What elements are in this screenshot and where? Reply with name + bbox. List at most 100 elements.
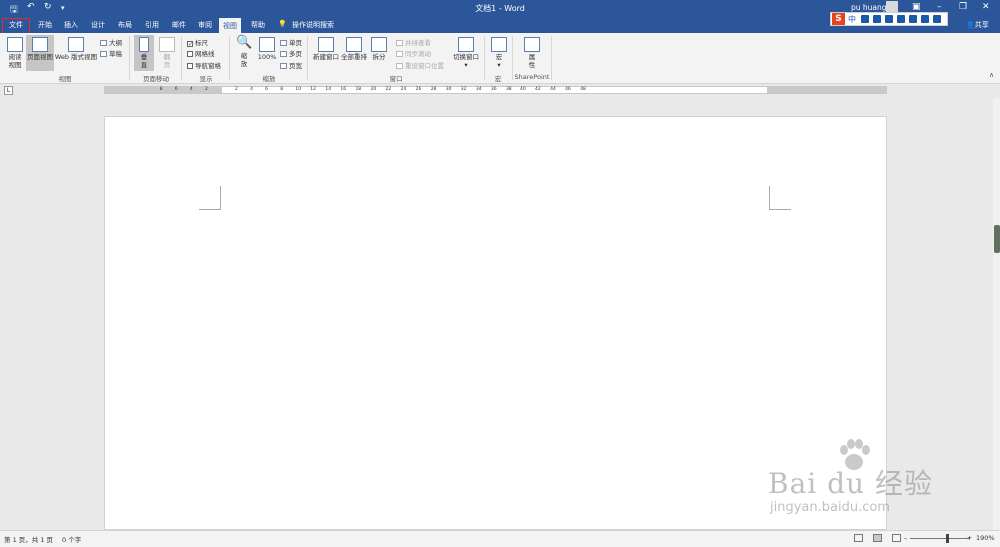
switch-window-button[interactable]: 切换窗口 ▾ — [452, 37, 480, 69]
word-count[interactable]: 0 个字 — [62, 534, 81, 544]
person-icon: 👤 — [966, 21, 975, 29]
shirt-icon[interactable] — [933, 15, 941, 23]
sharepoint-icon — [524, 37, 540, 52]
group-views-label: 视图 — [58, 75, 72, 83]
tab-design[interactable]: 设计 — [91, 20, 105, 30]
reset-position-icon — [396, 63, 403, 69]
group-macros-label: 宏 — [494, 75, 502, 83]
switch-window-icon — [458, 37, 474, 52]
zoom-slider[interactable] — [910, 538, 970, 539]
web-view-button[interactable]: Web 版式视图 — [54, 37, 98, 61]
checkmark-icon: ✓ — [187, 41, 194, 48]
ribbon-display-options-icon[interactable]: ▣ — [912, 2, 921, 12]
one-page-button[interactable]: 单页 — [280, 37, 302, 47]
ruler-number: 12 — [310, 87, 317, 92]
outline-button[interactable]: 大纲 — [100, 37, 122, 47]
skin-icon[interactable] — [909, 15, 917, 23]
separator — [551, 36, 552, 80]
properties-button[interactable]: 属 性 — [522, 37, 542, 69]
scroll-handle[interactable] — [994, 225, 1000, 253]
side-by-side-button[interactable]: 并排查看 — [396, 37, 431, 47]
user-name[interactable]: pu huang — [851, 3, 887, 12]
multi-page-button[interactable]: 多页 — [280, 48, 302, 58]
side-by-side-icon — [396, 40, 403, 46]
microphone-icon[interactable] — [885, 15, 893, 23]
web-layout-icon[interactable] — [892, 534, 901, 542]
tab-view[interactable]: 视图 — [219, 18, 241, 33]
page-count[interactable]: 第 1 页，共 1 页 — [4, 534, 53, 544]
group-sharepoint-label: SharePoint — [514, 73, 550, 81]
ruler-checkbox[interactable]: ✓ 标尺 — [187, 37, 208, 48]
minimize-button[interactable]: – — [937, 2, 942, 12]
separator — [484, 36, 485, 80]
arrange-all-button[interactable]: 全部重排 — [340, 37, 368, 61]
keyboard-icon[interactable] — [897, 15, 905, 23]
restore-button[interactable]: ❐ — [959, 2, 967, 12]
margin-corner-right — [769, 186, 791, 210]
ruler-number: 6 — [174, 87, 178, 92]
horizontal-ruler[interactable]: 8 6 4 2 2 4 6 8 10 12 14 16 18 20 22 24 26 28 30 32 34 36 38 40… — [104, 86, 887, 94]
sync-scroll-icon — [396, 51, 403, 57]
ruler-right-margin — [767, 87, 886, 93]
sogou-logo-icon[interactable]: S — [832, 13, 845, 25]
group-window-label: 窗口 — [389, 75, 403, 83]
zoom-level[interactable]: 190% — [976, 534, 995, 542]
macros-button[interactable]: 宏 ▾ — [489, 37, 509, 69]
ruler-number: 30 — [445, 87, 452, 92]
zoom-out-button[interactable]: – — [904, 534, 907, 542]
share-button[interactable]: 👤共享 — [966, 20, 989, 30]
new-window-button[interactable]: 新建窗口 — [312, 37, 340, 61]
group-page-move-label: 页面移动 — [143, 75, 169, 83]
collapse-ribbon-icon[interactable]: ∧ — [989, 71, 994, 79]
chevron-down-icon: ▾ — [464, 61, 468, 69]
emoji-icon[interactable] — [873, 15, 881, 23]
sync-scroll-button[interactable]: 同步滚动 — [396, 48, 431, 58]
zoom-100-button[interactable]: 100% — [256, 37, 278, 61]
ruler-number: 44 — [550, 87, 556, 92]
tab-mailings[interactable]: 邮件 — [172, 20, 186, 30]
ruler-number: 40 — [520, 87, 526, 92]
new-window-icon — [318, 37, 334, 52]
nav-pane-checkbox[interactable]: 导航窗格 — [187, 60, 221, 70]
tab-review[interactable]: 审阅 — [198, 20, 212, 30]
vertical-icon — [139, 37, 149, 52]
page-width-button[interactable]: 页宽 — [280, 60, 302, 70]
ime-toolbar: S 中 — [830, 12, 948, 26]
search-box[interactable]: 操作说明搜索 — [292, 20, 334, 30]
zoom-button[interactable]: 🔍 缩 放 — [234, 35, 254, 69]
ruler-number: 16 — [340, 87, 347, 92]
vertical-button[interactable]: 垂 直 — [134, 35, 154, 71]
ruler-number: 8 — [280, 87, 284, 92]
ruler-number: 2 — [204, 87, 208, 92]
toolbox-icon[interactable] — [921, 15, 929, 23]
print-layout-icon[interactable] — [873, 534, 882, 542]
watermark-main-text: Bai du 经验 — [768, 467, 933, 500]
gridlines-checkbox[interactable]: 网格线 — [187, 48, 215, 58]
tab-insert[interactable]: 插入 — [64, 20, 78, 30]
split-button[interactable]: 拆分 — [369, 37, 389, 61]
tab-home[interactable]: 开始 — [38, 20, 52, 30]
group-zoom-label: 缩放 — [262, 75, 276, 83]
tab-references[interactable]: 引用 — [145, 20, 159, 30]
punctuation-icon[interactable] — [861, 15, 869, 23]
ruler-number: 24 — [400, 87, 407, 92]
ruler-number: 18 — [355, 87, 362, 92]
ruler-number: 32 — [460, 87, 467, 92]
side-to-side-button[interactable]: 翻 页 — [157, 37, 177, 69]
read-mode-icon[interactable] — [854, 534, 863, 542]
draft-button[interactable]: 草稿 — [100, 48, 122, 58]
tab-selector[interactable]: L — [4, 86, 13, 95]
magnifier-icon: 🔍 — [236, 35, 253, 50]
close-button[interactable]: ✕ — [982, 2, 990, 12]
tab-help[interactable]: 帮助 — [251, 20, 265, 30]
tab-layout[interactable]: 布局 — [118, 20, 132, 30]
zoom-slider-thumb[interactable] — [946, 534, 949, 543]
ruler-number: 26 — [415, 87, 422, 92]
ime-language-toggle[interactable]: 中 — [848, 14, 856, 25]
vertical-scrollbar[interactable] — [993, 98, 1000, 530]
reset-window-position-button[interactable]: 重设窗口位置 — [396, 60, 444, 70]
zoom-in-button[interactable]: + — [967, 534, 972, 542]
read-view-button[interactable]: 阅读 视图 — [4, 37, 26, 69]
page-view-button[interactable]: 页面视图 — [26, 35, 54, 71]
ruler-number: 4 — [250, 87, 253, 92]
